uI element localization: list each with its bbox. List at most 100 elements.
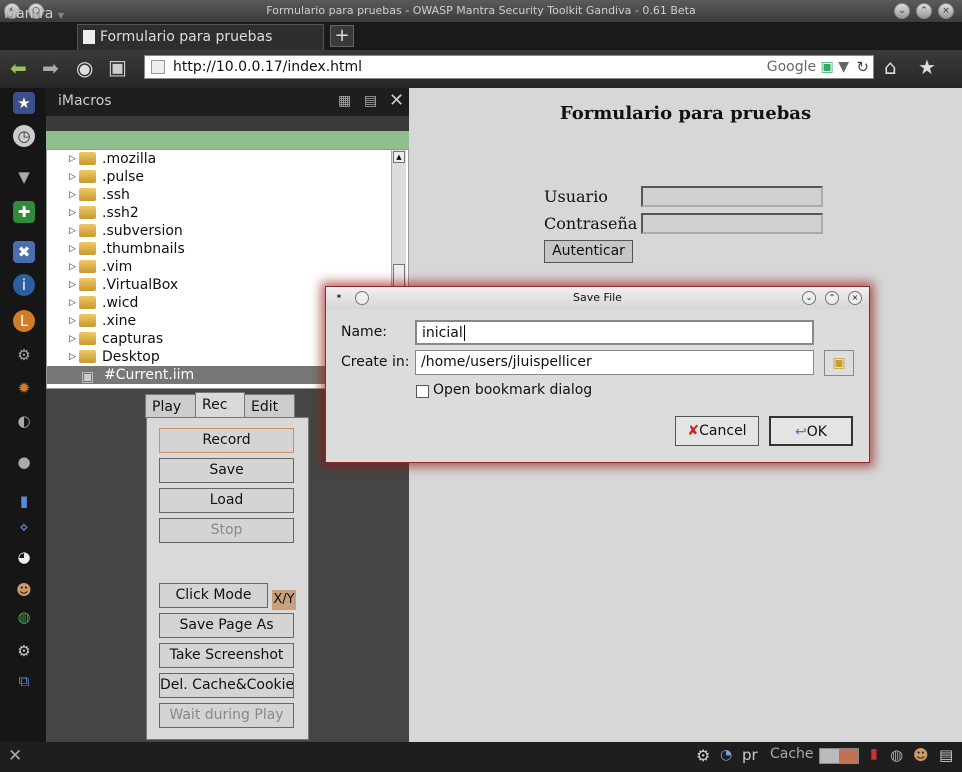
layout-icon[interactable]: ⧉ — [13, 670, 35, 692]
url-bar[interactable]: http://10.0.0.17/index.html Google ▣ ▼ ↻ — [144, 55, 874, 79]
face-icon[interactable]: ☻ — [13, 579, 35, 601]
mantra-extension-icon[interactable]: ▣ — [108, 57, 127, 77]
firebug-icon[interactable]: ✹ — [13, 377, 35, 399]
status-circle-icon[interactable]: ◍ — [890, 746, 903, 764]
folder-icon — [79, 260, 96, 273]
imacros-info-icon[interactable]: ▤ — [364, 88, 377, 114]
minimize-icon[interactable]: ⌄ — [894, 3, 910, 19]
proxy-icon[interactable]: ◐ — [13, 410, 35, 432]
tree-item[interactable]: ▷ .vim — [47, 258, 408, 276]
imacros-header: iMacros ▦ ▤ ✕ — [46, 88, 409, 116]
stop-reload-icon[interactable]: ◉ — [76, 58, 93, 78]
settings-icon[interactable]: ⚙ — [13, 344, 35, 366]
dialog-maximize-icon[interactable]: ⌃ — [825, 291, 839, 305]
take-screenshot-button[interactable]: Take Screenshot — [159, 643, 294, 668]
click-mode-button[interactable]: Click Mode — [159, 583, 268, 608]
status-gear-icon[interactable]: ⚙ — [696, 746, 710, 765]
mantra-sidebar: ★ ◷ ▼ ✚ ✖ i L ⚙ ✹ ◐ ● ▮ ⋄ ◕ ☻ ◍ ⚙ ⧉ — [0, 88, 46, 742]
search-engine-label[interactable]: Google ▣ ▼ — [767, 56, 849, 78]
imacros-status-bar — [46, 131, 409, 149]
submit-button[interactable]: Autenticar — [544, 240, 633, 263]
status-bar: ✕ ⚙ ◔ pr Cache ▮ ◍ ☻ ▤ — [0, 742, 962, 772]
addons-icon[interactable]: ✚ — [13, 201, 35, 223]
tree-item[interactable]: ▷ .mozilla — [47, 150, 408, 168]
home-icon[interactable]: ⌂ — [884, 57, 897, 77]
del-cache-cookies-button[interactable]: Del. Cache&Cookies — [159, 673, 294, 698]
dialog-sticky-icon[interactable] — [355, 291, 369, 305]
imacros-options-icon[interactable]: ▦ — [338, 88, 351, 114]
scroll-up-icon[interactable]: ▲ — [393, 151, 405, 163]
record-button[interactable]: Record — [159, 428, 294, 453]
close-window-icon[interactable]: × — [938, 3, 954, 19]
bookmark-star-icon[interactable]: ★ — [918, 57, 936, 77]
browse-folder-button[interactable]: ▣ — [824, 350, 854, 376]
save-button[interactable]: Save — [159, 458, 294, 483]
folder-icon — [79, 206, 96, 219]
history-icon[interactable]: ◷ — [13, 125, 35, 147]
tree-item[interactable]: ▷ .subversion — [47, 222, 408, 240]
user-input[interactable] — [641, 186, 823, 207]
app-menu-button[interactable]: Mantra ▼ — [4, 4, 64, 26]
ok-button[interactable]: ↩OK — [769, 416, 853, 446]
save-page-as-button[interactable]: Save Page As — [159, 613, 294, 638]
status-pr-label[interactable]: pr — [742, 746, 758, 764]
info-icon[interactable]: i — [13, 274, 35, 296]
reload-icon[interactable]: ↻ — [856, 56, 869, 78]
cookie-icon[interactable]: ● — [13, 451, 35, 473]
close-panel-icon[interactable]: ✕ — [389, 88, 404, 114]
forward-icon[interactable]: ➡ — [42, 58, 59, 78]
ok-icon: ↩ — [795, 424, 807, 440]
downloads-icon[interactable]: ▼ — [13, 166, 35, 188]
dialog-menu-icon[interactable]: ✶ — [332, 291, 346, 305]
tools-icon[interactable]: ✖ — [13, 241, 35, 263]
tree-item[interactable]: ▷ .pulse — [47, 168, 408, 186]
create-in-label: Create in: — [341, 354, 410, 370]
bookmarks-icon[interactable]: ★ — [13, 92, 35, 114]
stop-button[interactable]: Stop — [159, 518, 294, 543]
user-label: Usuario — [544, 187, 608, 206]
url-text: http://10.0.0.17/index.html — [173, 59, 363, 75]
password-input[interactable] — [641, 213, 823, 234]
network-icon[interactable]: ⋄ — [13, 516, 35, 538]
open-bookmark-label[interactable]: Open bookmark dialog — [433, 382, 592, 398]
tree-item[interactable]: ▷ .ssh — [47, 186, 408, 204]
load-button[interactable]: Load — [159, 488, 294, 513]
close-sidebar-icon[interactable]: ✕ — [8, 746, 22, 766]
hackbar-icon[interactable]: L — [13, 310, 35, 332]
tab-edit[interactable]: Edit — [244, 394, 295, 418]
tree-item[interactable]: ▷ .thumbnails — [47, 240, 408, 258]
wait-during-play-button[interactable]: Wait during Play — [159, 703, 294, 728]
create-in-input[interactable]: /home/users/jluispellicer — [415, 350, 814, 375]
status-face-icon[interactable]: ☻ — [913, 746, 929, 764]
google-icon: ▣ — [820, 59, 834, 75]
xy-mode-toggle[interactable]: X/Y — [272, 590, 296, 610]
window-titlebar: ✶ ○ Formulario para pruebas - OWASP Mant… — [0, 0, 962, 22]
maximize-icon[interactable]: ⌃ — [916, 3, 932, 19]
gear-icon[interactable]: ⚙ — [13, 640, 35, 662]
name-input[interactable]: inicial — [415, 320, 814, 345]
dialog-close-icon[interactable]: × — [848, 291, 862, 305]
password-label: Contraseña — [544, 214, 638, 233]
cache-toggle[interactable] — [819, 748, 859, 764]
status-spin-icon[interactable]: ◔ — [720, 747, 732, 763]
status-bar-icon[interactable]: ▮ — [870, 746, 878, 762]
tab-rec[interactable]: Rec — [195, 392, 245, 418]
browser-tab[interactable]: Formulario para pruebas — [77, 24, 324, 50]
tab-play[interactable]: Play — [145, 394, 196, 418]
folder-icon — [79, 332, 96, 345]
status-menu-icon[interactable]: ▤ — [939, 746, 953, 764]
palette-icon[interactable]: ◕ — [13, 546, 35, 568]
dialog-minimize-icon[interactable]: ⌄ — [802, 291, 816, 305]
folder-icon — [79, 242, 96, 255]
folder-icon — [79, 170, 96, 183]
folder-icon — [79, 188, 96, 201]
new-tab-button[interactable]: + — [330, 25, 354, 47]
database-icon[interactable]: ▮ — [13, 490, 35, 512]
cancel-button[interactable]: ✘Cancel — [675, 416, 759, 446]
window-title: Formulario para pruebas - OWASP Mantra S… — [266, 4, 696, 17]
dialog-title: Save File — [573, 291, 622, 304]
refresh-circle-icon[interactable]: ◍ — [13, 606, 35, 628]
back-icon[interactable]: ⬅ — [10, 58, 27, 78]
tree-item[interactable]: ▷ .ssh2 — [47, 204, 408, 222]
open-bookmark-checkbox[interactable] — [416, 385, 429, 398]
